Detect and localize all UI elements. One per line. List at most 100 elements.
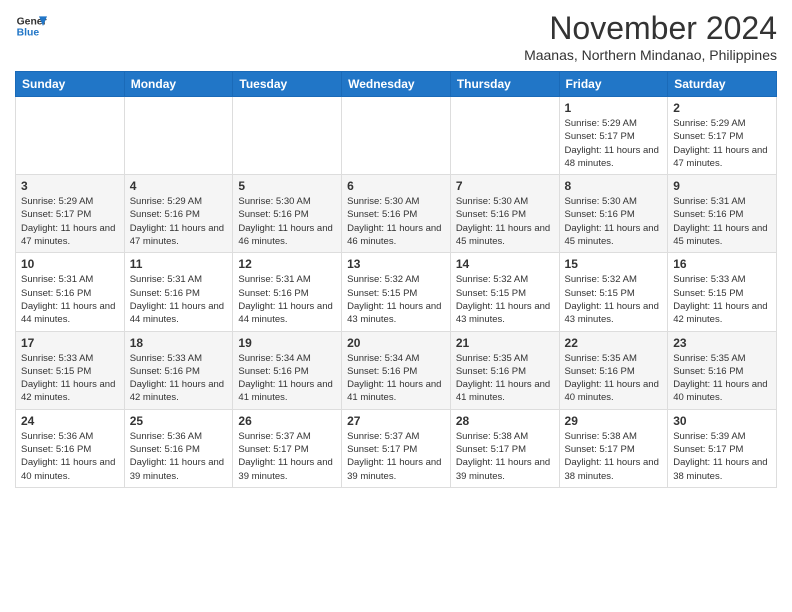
- day-info: Sunrise: 5:31 AMSunset: 5:16 PMDaylight:…: [21, 273, 119, 326]
- day-info: Sunrise: 5:30 AMSunset: 5:16 PMDaylight:…: [238, 195, 336, 248]
- weekday-header-wednesday: Wednesday: [342, 72, 451, 97]
- day-info: Sunrise: 5:38 AMSunset: 5:17 PMDaylight:…: [456, 430, 554, 483]
- calendar-cell-25: 25 Sunrise: 5:36 AMSunset: 5:16 PMDayligh…: [124, 409, 233, 487]
- day-info: Sunrise: 5:32 AMSunset: 5:15 PMDaylight:…: [347, 273, 445, 326]
- week-row-2: 3 Sunrise: 5:29 AMSunset: 5:17 PMDaylight…: [16, 175, 777, 253]
- logo: General Blue: [15, 10, 47, 42]
- day-number: 9: [673, 179, 771, 193]
- calendar-cell-17: 17Sunrise: 5:33 AMSunset: 5:15 PMDayligh…: [16, 331, 125, 409]
- calendar-cell-30: 30 Sunrise: 5:39 AMSunset: 5:17 PMDayligh…: [668, 409, 777, 487]
- weekday-header-tuesday: Tuesday: [233, 72, 342, 97]
- day-info: Sunrise: 5:31 AMSunset: 5:16 PMDaylight:…: [238, 273, 336, 326]
- calendar-cell-5: 5 Sunrise: 5:30 AMSunset: 5:16 PMDaylight…: [233, 175, 342, 253]
- title-section: November 2024 Maanas, Northern Mindanao,…: [524, 10, 777, 63]
- calendar-cell-13: 13Sunrise: 5:32 AMSunset: 5:15 PMDayligh…: [342, 253, 451, 331]
- day-number: 1: [565, 101, 663, 115]
- day-number: 18: [130, 336, 228, 350]
- month-title: November 2024: [524, 10, 777, 47]
- day-info: Sunrise: 5:35 AMSunset: 5:16 PMDaylight:…: [673, 352, 771, 405]
- day-info: Sunrise: 5:34 AMSunset: 5:16 PMDaylight:…: [347, 352, 445, 405]
- day-number: 24: [21, 414, 119, 428]
- svg-text:Blue: Blue: [17, 28, 40, 39]
- calendar-cell-21: 21Sunrise: 5:35 AMSunset: 5:16 PMDayligh…: [450, 331, 559, 409]
- day-info: Sunrise: 5:39 AMSunset: 5:17 PMDaylight:…: [673, 430, 771, 483]
- weekday-header-friday: Friday: [559, 72, 668, 97]
- day-number: 26: [238, 414, 336, 428]
- day-number: 5: [238, 179, 336, 193]
- weekday-header-saturday: Saturday: [668, 72, 777, 97]
- day-info: Sunrise: 5:29 AMSunset: 5:16 PMDaylight:…: [130, 195, 228, 248]
- calendar-cell-27: 27 Sunrise: 5:37 AMSunset: 5:17 PMDayligh…: [342, 409, 451, 487]
- calendar-cell-26: 26 Sunrise: 5:37 AMSunset: 5:17 PMDayligh…: [233, 409, 342, 487]
- day-number: 25: [130, 414, 228, 428]
- calendar-cell-20: 20 Sunrise: 5:34 AMSunset: 5:16 PMDayligh…: [342, 331, 451, 409]
- location-subtitle: Maanas, Northern Mindanao, Philippines: [524, 47, 777, 63]
- calendar-cell-7: 7 Sunrise: 5:30 AMSunset: 5:16 PMDaylight…: [450, 175, 559, 253]
- day-number: 10: [21, 257, 119, 271]
- day-number: 19: [238, 336, 336, 350]
- calendar-cell-23: 23 Sunrise: 5:35 AMSunset: 5:16 PMDayligh…: [668, 331, 777, 409]
- calendar-cell-10: 10 Sunrise: 5:31 AMSunset: 5:16 PMDayligh…: [16, 253, 125, 331]
- calendar-cell-11: 11Sunrise: 5:31 AMSunset: 5:16 PMDayligh…: [124, 253, 233, 331]
- calendar-cell-28: 28 Sunrise: 5:38 AMSunset: 5:17 PMDayligh…: [450, 409, 559, 487]
- day-info: Sunrise: 5:36 AMSunset: 5:16 PMDaylight:…: [21, 430, 119, 483]
- day-number: 2: [673, 101, 771, 115]
- calendar-cell-15: 15 Sunrise: 5:32 AMSunset: 5:15 PMDayligh…: [559, 253, 668, 331]
- calendar-cell-12: 12 Sunrise: 5:31 AMSunset: 5:16 PMDayligh…: [233, 253, 342, 331]
- day-number: 29: [565, 414, 663, 428]
- calendar-cell-29: 29 Sunrise: 5:38 AMSunset: 5:17 PMDayligh…: [559, 409, 668, 487]
- weekday-header-thursday: Thursday: [450, 72, 559, 97]
- day-number: 23: [673, 336, 771, 350]
- day-info: Sunrise: 5:32 AMSunset: 5:15 PMDaylight:…: [456, 273, 554, 326]
- day-info: Sunrise: 5:29 AMSunset: 5:17 PMDaylight:…: [21, 195, 119, 248]
- day-info: Sunrise: 5:37 AMSunset: 5:17 PMDaylight:…: [347, 430, 445, 483]
- day-info: Sunrise: 5:37 AMSunset: 5:17 PMDaylight:…: [238, 430, 336, 483]
- calendar-cell-19: 19Sunrise: 5:34 AMSunset: 5:16 PMDayligh…: [233, 331, 342, 409]
- calendar-cell-empty: [233, 97, 342, 175]
- week-row-4: 17Sunrise: 5:33 AMSunset: 5:15 PMDayligh…: [16, 331, 777, 409]
- day-number: 12: [238, 257, 336, 271]
- day-number: 20: [347, 336, 445, 350]
- day-number: 22: [565, 336, 663, 350]
- day-number: 3: [21, 179, 119, 193]
- weekday-header-sunday: Sunday: [16, 72, 125, 97]
- day-number: 14: [456, 257, 554, 271]
- day-number: 27: [347, 414, 445, 428]
- calendar-cell-16: 16 Sunrise: 5:33 AMSunset: 5:15 PMDayligh…: [668, 253, 777, 331]
- calendar-cell-6: 6Sunrise: 5:30 AMSunset: 5:16 PMDaylight…: [342, 175, 451, 253]
- day-number: 16: [673, 257, 771, 271]
- day-info: Sunrise: 5:33 AMSunset: 5:15 PMDaylight:…: [673, 273, 771, 326]
- day-info: Sunrise: 5:33 AMSunset: 5:15 PMDaylight:…: [21, 352, 119, 405]
- day-number: 30: [673, 414, 771, 428]
- day-info: Sunrise: 5:38 AMSunset: 5:17 PMDaylight:…: [565, 430, 663, 483]
- weekday-header-row: SundayMondayTuesdayWednesdayThursdayFrid…: [16, 72, 777, 97]
- calendar-cell-empty: [342, 97, 451, 175]
- calendar-cell-22: 22 Sunrise: 5:35 AMSunset: 5:16 PMDayligh…: [559, 331, 668, 409]
- week-row-1: 1Sunrise: 5:29 AMSunset: 5:17 PMDaylight…: [16, 97, 777, 175]
- calendar-cell-empty: [124, 97, 233, 175]
- calendar-cell-empty: [16, 97, 125, 175]
- calendar-table: SundayMondayTuesdayWednesdayThursdayFrid…: [15, 71, 777, 488]
- page-header: General Blue November 2024 Maanas, North…: [15, 10, 777, 63]
- day-number: 28: [456, 414, 554, 428]
- calendar-cell-18: 18Sunrise: 5:33 AMSunset: 5:16 PMDayligh…: [124, 331, 233, 409]
- day-info: Sunrise: 5:30 AMSunset: 5:16 PMDaylight:…: [565, 195, 663, 248]
- day-info: Sunrise: 5:36 AMSunset: 5:16 PMDaylight:…: [130, 430, 228, 483]
- day-number: 15: [565, 257, 663, 271]
- day-number: 21: [456, 336, 554, 350]
- calendar-cell-9: 9 Sunrise: 5:31 AMSunset: 5:16 PMDaylight…: [668, 175, 777, 253]
- day-info: Sunrise: 5:30 AMSunset: 5:16 PMDaylight:…: [456, 195, 554, 248]
- day-number: 4: [130, 179, 228, 193]
- calendar-cell-4: 4 Sunrise: 5:29 AMSunset: 5:16 PMDaylight…: [124, 175, 233, 253]
- day-info: Sunrise: 5:35 AMSunset: 5:16 PMDaylight:…: [565, 352, 663, 405]
- day-info: Sunrise: 5:31 AMSunset: 5:16 PMDaylight:…: [673, 195, 771, 248]
- day-info: Sunrise: 5:31 AMSunset: 5:16 PMDaylight:…: [130, 273, 228, 326]
- day-info: Sunrise: 5:30 AMSunset: 5:16 PMDaylight:…: [347, 195, 445, 248]
- calendar-cell-empty: [450, 97, 559, 175]
- calendar-cell-2: 2Sunrise: 5:29 AMSunset: 5:17 PMDaylight…: [668, 97, 777, 175]
- calendar-cell-8: 8Sunrise: 5:30 AMSunset: 5:16 PMDaylight…: [559, 175, 668, 253]
- day-number: 7: [456, 179, 554, 193]
- day-info: Sunrise: 5:32 AMSunset: 5:15 PMDaylight:…: [565, 273, 663, 326]
- week-row-5: 24 Sunrise: 5:36 AMSunset: 5:16 PMDayligh…: [16, 409, 777, 487]
- calendar-cell-24: 24 Sunrise: 5:36 AMSunset: 5:16 PMDayligh…: [16, 409, 125, 487]
